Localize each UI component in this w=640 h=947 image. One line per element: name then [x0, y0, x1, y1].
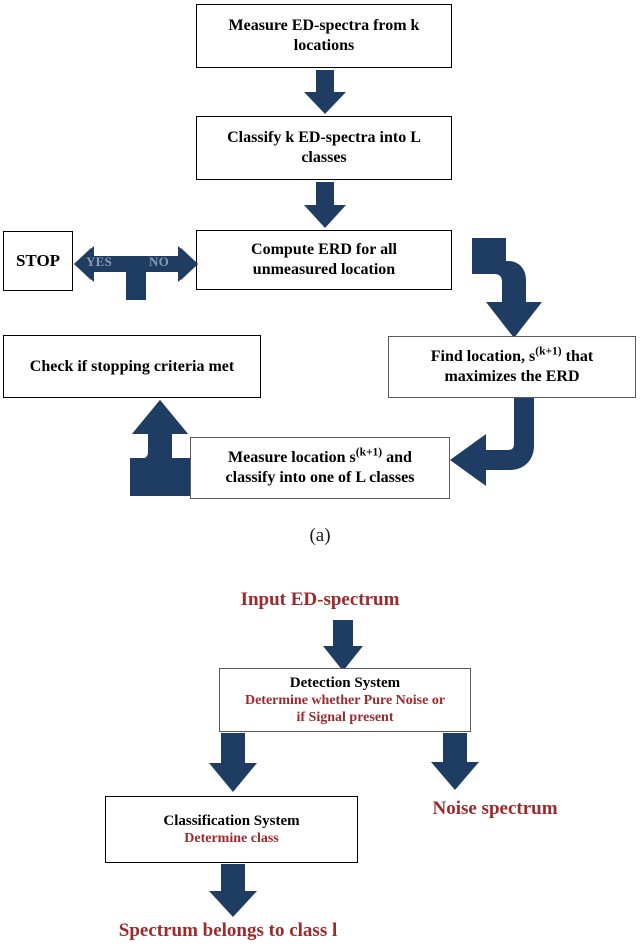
label-noise-spectrum: Noise spectrum [432, 798, 558, 819]
box-find-location-line1: Find location, s(k+1) that [430, 346, 594, 366]
arrow-classification-to-output [209, 864, 257, 917]
label-yes: YES [86, 254, 112, 269]
box-stop: STOP [3, 231, 73, 291]
arrow-input-to-detection [323, 620, 363, 671]
box-classification-system: Classification System Determine class [105, 796, 358, 863]
box-classification-system-line1: Determine class [184, 831, 279, 847]
box-compute-erd-line2: unmeasured location [252, 261, 396, 278]
label-no: NO [149, 254, 169, 269]
label-input-ed-spectrum: Input ED-spectrum [240, 589, 400, 610]
box-measure-ed-spectra-line1: Measure ED-spectra from k [228, 17, 420, 35]
arrow-measure-to-classify [304, 70, 346, 114]
box-compute-erd-line1: Compute ERD for all [251, 241, 397, 259]
box-detection-system-line2: if Signal present [296, 710, 394, 726]
box-detection-system: Detection System Determine whether Pure … [219, 668, 471, 732]
box-compute-erd: Compute ERD for all unmeasured location [196, 230, 452, 290]
arrow-yes-no-decision-shape [74, 246, 198, 300]
box-classify-ed-spectra: Classify k ED-spectra into L classes [196, 116, 452, 180]
box-check-stopping-criteria: Check if stopping criteria met [3, 335, 261, 398]
box-measure-ed-spectra: Measure ED-spectra from k locations [196, 4, 452, 68]
arrow-detection-to-noise [431, 733, 479, 790]
superscript-k-plus-1-2: (k+1) [355, 447, 383, 460]
box-measure-ed-spectra-line2: locations [293, 37, 355, 54]
box-measure-location-line1: Measure location s(k+1) and [228, 447, 412, 467]
arrow-find-location-to-measure [450, 398, 534, 486]
box-find-location: Find location, s(k+1) that maximizes the… [388, 336, 636, 398]
arrow-measure-location-to-check [130, 400, 192, 496]
box-check-stopping-criteria-label: Check if stopping criteria met [29, 357, 235, 375]
arrow-classify-to-compute [304, 182, 346, 228]
flowchart-figure: Measure ED-spectra from k locations Clas… [0, 0, 640, 947]
box-measure-location-line2: classify into one of L classes [225, 469, 415, 486]
caption-a: (a) [309, 525, 331, 546]
box-stop-label: STOP [15, 250, 61, 270]
label-spectrum-belongs-to-class: Spectrum belongs to class l [118, 920, 338, 941]
arrow-detection-to-classification [209, 733, 257, 792]
box-classification-system-title: Classification System [163, 812, 300, 829]
arrow-compute-to-find-location [472, 238, 542, 338]
box-classify-ed-spectra-line2: classes [301, 149, 347, 166]
box-find-location-line2: maximizes the ERD [444, 368, 580, 385]
box-classify-ed-spectra-line1: Classify k ED-spectra into L [227, 129, 421, 147]
box-measure-location: Measure location s(k+1) and classify int… [190, 437, 450, 499]
superscript-k-plus-1: (k+1) [535, 346, 562, 359]
box-detection-system-title: Detection System [289, 674, 401, 691]
box-detection-system-line1: Determine whether Pure Noise or [244, 693, 446, 709]
